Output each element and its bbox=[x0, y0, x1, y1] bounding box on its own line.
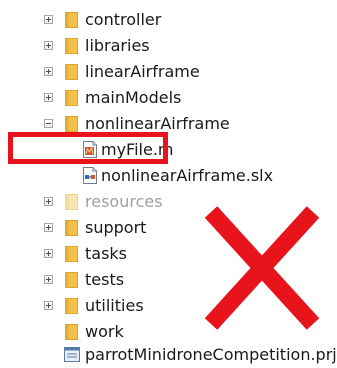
folder-icon bbox=[65, 298, 78, 314]
tree-item-label: controller bbox=[85, 10, 162, 29]
tree-item-mainmodels[interactable]: mainModels bbox=[0, 85, 337, 111]
expand-toggle-icon[interactable] bbox=[44, 197, 53, 206]
folder-icon bbox=[65, 64, 78, 80]
tree-item-controller[interactable]: controller bbox=[0, 7, 337, 33]
folder-icon bbox=[65, 246, 78, 262]
expand-toggle-icon[interactable] bbox=[44, 275, 53, 284]
expand-toggle-icon[interactable] bbox=[44, 249, 53, 258]
expand-toggle-icon[interactable] bbox=[44, 223, 53, 232]
tree-item-label: work bbox=[85, 322, 124, 341]
tree-item-linearairframe[interactable]: linearAirframe bbox=[0, 59, 337, 85]
expand-toggle-icon[interactable] bbox=[44, 15, 53, 24]
tree-item-label: nonlinearAirframe bbox=[85, 114, 230, 133]
folder-icon bbox=[65, 12, 78, 28]
expand-toggle-icon[interactable] bbox=[44, 41, 53, 50]
folder-icon bbox=[65, 90, 78, 106]
red-x-icon bbox=[205, 206, 319, 330]
expand-toggle-icon[interactable] bbox=[44, 67, 53, 76]
folder-icon bbox=[65, 272, 78, 288]
tree-item-project-file[interactable]: parrotMinidroneCompetition.prj bbox=[0, 342, 337, 368]
project-file-icon bbox=[64, 347, 80, 362]
expand-toggle-icon[interactable] bbox=[44, 301, 53, 310]
folder-icon bbox=[65, 194, 78, 210]
expand-toggle-icon[interactable] bbox=[44, 93, 53, 102]
folder-icon bbox=[65, 220, 78, 236]
project-file-tree: controller libraries linearAirframe main… bbox=[0, 0, 337, 366]
tree-item-label: mainModels bbox=[85, 88, 182, 107]
tree-item-libraries[interactable]: libraries bbox=[0, 33, 337, 59]
highlight-box-annotation bbox=[8, 132, 168, 164]
tree-item-label: support bbox=[85, 218, 147, 237]
tree-item-label: parrotMinidroneCompetition.prj bbox=[85, 345, 337, 364]
tree-item-label: utilities bbox=[85, 296, 144, 315]
tree-item-label: libraries bbox=[85, 36, 150, 55]
tree-item-label: resources bbox=[85, 192, 163, 211]
collapse-toggle-icon[interactable] bbox=[44, 119, 53, 128]
folder-icon bbox=[65, 38, 78, 54]
folder-open-icon bbox=[65, 116, 78, 132]
folder-icon bbox=[65, 324, 78, 340]
tree-item-label: tasks bbox=[85, 244, 128, 263]
tree-item-label: tests bbox=[85, 270, 125, 289]
tree-item-label: nonlinearAirframe.slx bbox=[101, 166, 274, 185]
tree-item-label: linearAirframe bbox=[85, 62, 200, 81]
tree-item-nonlinearairframe-slx[interactable]: nonlinearAirframe.slx bbox=[0, 163, 337, 189]
simulink-model-icon bbox=[83, 167, 97, 184]
